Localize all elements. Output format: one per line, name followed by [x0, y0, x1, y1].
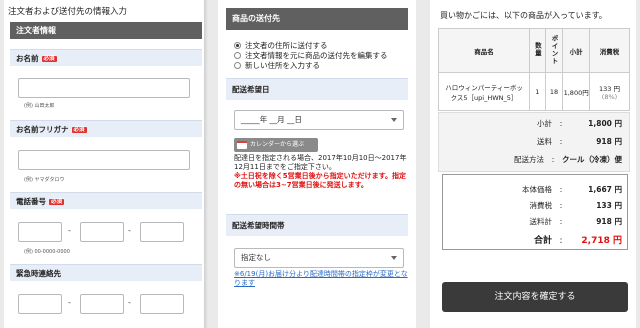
section-header-orderer: 注文者情報: [10, 22, 202, 39]
name-label: お名前 必須: [10, 49, 202, 66]
section-header-shipping: 商品の送付先: [226, 8, 408, 30]
cart-panel: 買い物かごには、以下の商品が入っています。 商品名 数量 ポイント 小計 消費税…: [430, 0, 636, 328]
date-note-warning: ※土日祝を除く5営業日後から指定いただけます。指定の無い場合は3~7営業日後に発…: [234, 172, 406, 189]
required-badge: 必須: [71, 127, 87, 133]
col-header-subtotal: 小計: [562, 28, 590, 73]
cart-intro: 買い物かごには、以下の商品が入っています。: [440, 11, 607, 20]
col-header-qty: 数量: [529, 28, 546, 73]
emergency-input-2[interactable]: [80, 294, 124, 314]
shipping-total-row: 送料計:918 円: [529, 217, 623, 226]
confirm-order-button[interactable]: 注文内容を確定する: [442, 282, 628, 312]
phone-input-2[interactable]: [80, 222, 124, 242]
chevron-down-icon: [391, 118, 397, 122]
required-badge: 必須: [49, 199, 65, 205]
subtotal-row: 小計:1,800 円: [537, 119, 622, 128]
base-price-row: 本体価格:1,667 円: [522, 185, 622, 194]
grand-total-row: 合計:2,718 円: [534, 233, 622, 246]
item-name: ハロウィンパーティーボックス5［upi_HWN_5］: [437, 72, 531, 111]
orderer-info-panel: 注文者および送付先の情報入力 注文者情報 お名前 必須 (例) 山田太郎 お名前フ…: [4, 0, 204, 328]
time-change-link[interactable]: ※6/19(月)お届け分より配達時間帯の指定枠が変更となります: [234, 270, 410, 288]
delivery-date-label: 配送希望日: [226, 78, 408, 100]
panel-shadow: [204, 0, 208, 328]
calendar-button[interactable]: カレンダーから選ぶ: [234, 138, 318, 152]
required-badge: 必須: [41, 56, 57, 62]
furigana-label: お名前フリガナ 必須: [10, 120, 202, 137]
furigana-example: (例) ヤマダタロウ: [24, 177, 65, 183]
shipping-method-row: 配送方法: クール（冷凍）便: [514, 155, 622, 164]
shipping-panel: 商品の送付先 注文者の住所に送付する 注文者情報を元に商品の送付先を編集する 新…: [218, 0, 416, 328]
dash: -: [68, 298, 71, 307]
item-points: 18: [544, 72, 564, 111]
name-example: (例) 山田太郎: [24, 103, 55, 109]
dash: -: [128, 298, 131, 307]
delivery-time-select[interactable]: 指定なし: [234, 248, 404, 268]
dash: -: [68, 226, 71, 235]
date-note: 配達日を指定される場合、2017年10月10日～2017年12月11日までをご指…: [234, 154, 407, 171]
col-header-tax: 消費税: [588, 28, 631, 73]
item-qty: 1: [529, 72, 546, 111]
name-input[interactable]: [18, 78, 190, 98]
table-row: ハロウィンパーティーボックス5［upi_HWN_5］ 1 18 1,800円 1…: [437, 72, 631, 111]
shipping-row: 送料:918 円: [537, 137, 622, 146]
col-header-points: ポイント: [544, 28, 564, 73]
radio-new-address[interactable]: 新しい住所を入力する: [234, 60, 320, 71]
delivery-time-label: 配送希望時間帯: [226, 214, 408, 236]
calendar-icon: [237, 141, 247, 149]
emergency-contact-label: 緊急時連絡先: [10, 264, 202, 281]
emergency-input-1[interactable]: [18, 294, 62, 314]
phone-input-3[interactable]: [140, 222, 184, 242]
radio-icon: [234, 62, 241, 69]
radio-icon: [234, 52, 241, 59]
table-header-row: 商品名 数量 ポイント 小計 消費税: [437, 28, 631, 73]
phone-label: 電話番号 必須: [10, 192, 202, 209]
item-tax: 133 円 (8%): [588, 72, 631, 111]
emergency-input-3[interactable]: [140, 294, 184, 314]
chevron-down-icon: [391, 256, 397, 260]
phone-input-1[interactable]: [18, 222, 62, 242]
page-heading: 注文者および送付先の情報入力: [8, 7, 128, 17]
tax-row: 消費税:133 円: [529, 201, 623, 210]
grand-total-value: 2,718 円: [581, 236, 622, 246]
furigana-input[interactable]: [18, 150, 190, 170]
delivery-date-select[interactable]: _____年 __月 __日: [234, 110, 404, 130]
col-header-name: 商品名: [437, 28, 531, 73]
phone-example: (例) 00-0000-0000: [24, 249, 70, 255]
item-subtotal: 1,800円: [562, 72, 590, 111]
cart-table: 商品名 数量 ポイント 小計 消費税 ハロウィンパーティーボックス5［upi_H…: [437, 28, 631, 111]
radio-checked-icon: [234, 42, 241, 49]
dash: -: [128, 226, 131, 235]
